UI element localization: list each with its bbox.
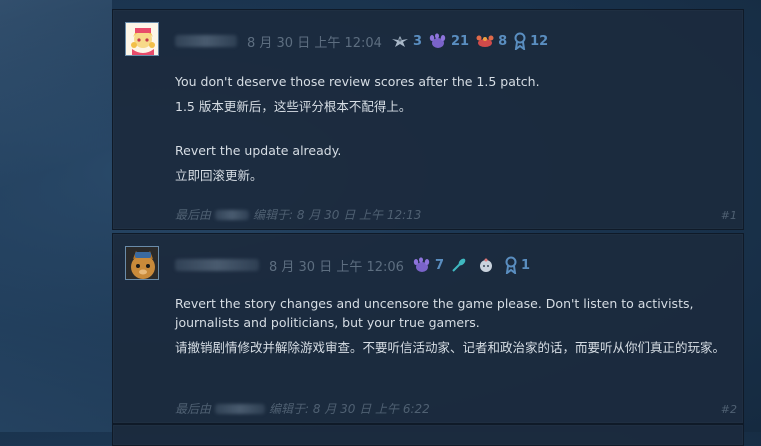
username-blurred[interactable]: [175, 35, 237, 47]
post-paragraph: 请撤销剧情修改并解除游戏审查。不要听信活动家、记者和政治家的话，而要听从你们真正…: [175, 340, 726, 355]
editor-name-blurred[interactable]: [215, 403, 266, 414]
paw-icon: [413, 257, 430, 272]
post-timestamp: 8 月 30 日 上午 12:06: [269, 259, 404, 275]
editor-name-blurred[interactable]: [215, 209, 250, 220]
post-paragraph: Revert the update already.: [175, 143, 342, 158]
edit-note: 最后由 编辑于: 8 月 30 日 上午 12:13: [175, 208, 422, 222]
post-body: Revert the story changes and uncensore t…: [175, 294, 735, 363]
edit-note: 最后由 编辑于: 8 月 30 日 上午 6:22: [175, 402, 430, 416]
post-header: 8 月 30 日 上午 12:04 3 21 8 12: [175, 32, 554, 51]
award-badge[interactable]: [450, 257, 471, 273]
post-number-link[interactable]: #2: [721, 403, 737, 416]
feather-icon: [452, 258, 466, 272]
comment-post: 8 月 30 日 上午 12:06 7 1 Revert the story c…: [112, 233, 744, 424]
award-badge[interactable]: 3: [390, 33, 422, 49]
ribbon-icon: [505, 256, 517, 274]
post-paragraph: Revert the story changes and uncensore t…: [175, 296, 694, 330]
post-paragraph: 1.5 版本更新后，这些评分根本不配得上。: [175, 99, 412, 114]
award-badges: 7 1: [412, 256, 536, 274]
paw-icon: [429, 33, 446, 48]
post-header: 8 月 30 日 上午 12:06 7 1: [175, 256, 536, 275]
award-badges: 3 21 8 12: [390, 32, 554, 50]
award-badge[interactable]: [477, 257, 498, 273]
background-art: [0, 0, 112, 432]
post-paragraph: You don't deserve those review scores af…: [175, 74, 540, 89]
crab-icon: [476, 35, 494, 47]
post-number-link[interactable]: #1: [721, 209, 737, 222]
post-paragraph: 立即回滚更新。: [175, 168, 263, 183]
award-badge[interactable]: 12: [513, 32, 548, 50]
baby-icon: [480, 258, 492, 272]
post-body: You don't deserve those review scores af…: [175, 72, 735, 191]
award-badge[interactable]: 8: [475, 33, 507, 49]
comment-post: [112, 424, 744, 446]
ribbon-icon: [514, 32, 526, 50]
award-badge[interactable]: 1: [504, 256, 530, 274]
avatar[interactable]: [125, 22, 159, 56]
bird-icon: [391, 36, 408, 47]
comment-post: 8 月 30 日 上午 12:04 3 21 8 12 You don't de…: [112, 9, 744, 230]
award-badge[interactable]: 21: [428, 33, 469, 49]
username-blurred[interactable]: [175, 259, 259, 271]
avatar[interactable]: [125, 246, 159, 280]
award-badge[interactable]: 7: [412, 257, 444, 273]
post-timestamp: 8 月 30 日 上午 12:04: [247, 35, 382, 51]
